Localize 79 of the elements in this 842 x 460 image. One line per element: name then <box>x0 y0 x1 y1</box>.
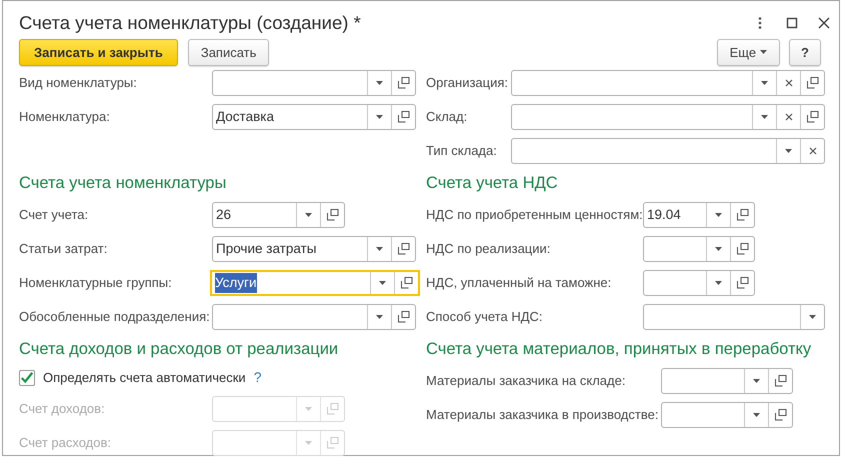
open-icon[interactable] <box>774 408 786 421</box>
input-field[interactable] <box>511 70 825 96</box>
clear-icon[interactable] <box>784 78 792 87</box>
open-icon[interactable] <box>398 242 410 255</box>
field-label: Способ учета НДС: <box>426 308 544 326</box>
field-label: Номенклатурные группы: <box>19 274 173 292</box>
section-heading: Счета учета номенклатуры <box>19 173 228 194</box>
open-icon[interactable] <box>398 76 410 89</box>
open-icon[interactable] <box>398 310 410 323</box>
dropdown-icon[interactable] <box>376 114 383 119</box>
dropdown-icon[interactable] <box>715 212 722 217</box>
field-label: Организация: <box>426 74 510 92</box>
field-label: Статьи затрат: <box>19 240 108 258</box>
field-label: Счет учета: <box>19 206 90 224</box>
clear-icon[interactable] <box>808 146 816 155</box>
more-button[interactable]: Еще <box>716 38 780 66</box>
check-icon <box>20 370 34 385</box>
open-icon[interactable] <box>806 76 818 89</box>
section-heading: Счета учета материалов, принятых в переработку <box>426 339 812 360</box>
field-label: Счет доходов: <box>19 400 106 418</box>
save-button[interactable]: Записать <box>188 38 270 66</box>
dropdown-icon[interactable] <box>761 80 768 85</box>
open-icon[interactable] <box>400 276 412 289</box>
close-icon[interactable] <box>817 16 831 30</box>
input-field[interactable] <box>661 368 793 394</box>
section-heading: Счета доходов и расходов от реализации <box>19 339 340 360</box>
save-and-close-button[interactable]: Записать и закрыть <box>19 38 178 66</box>
dropdown-icon[interactable] <box>305 212 312 217</box>
caret-icon[interactable] <box>760 50 768 54</box>
help-link[interactable]: ? <box>254 367 262 388</box>
dropdown-icon[interactable] <box>715 280 722 285</box>
open-icon[interactable] <box>806 110 818 123</box>
maximize-icon[interactable] <box>785 16 799 30</box>
open-icon[interactable] <box>326 208 338 221</box>
field-label: НДС по приобретенным ценностям: <box>426 206 643 224</box>
input-field[interactable]: Услуги <box>210 270 420 296</box>
checkbox[interactable] <box>19 370 35 386</box>
field-label: Счет расходов: <box>19 434 112 452</box>
open-icon[interactable] <box>774 374 786 387</box>
input-field[interactable]: 26 <box>212 202 345 228</box>
input-field[interactable]: Доставка <box>212 104 416 130</box>
field-label: НДС по реализации: <box>426 240 552 258</box>
field-label: Обособленные подразделения: <box>19 308 211 326</box>
input-field[interactable] <box>643 236 755 262</box>
dropdown-icon[interactable] <box>753 412 760 417</box>
input-field[interactable] <box>511 138 825 164</box>
input-field[interactable] <box>212 70 416 96</box>
checkbox-label[interactable]: Определять счета автоматически <box>43 368 246 388</box>
input-field[interactable]: 19.04 <box>643 202 755 228</box>
open-icon[interactable] <box>736 242 748 255</box>
dropdown-icon[interactable] <box>376 246 383 251</box>
clear-icon[interactable] <box>784 112 792 121</box>
dropdown-icon[interactable] <box>809 314 816 319</box>
dropdown-icon[interactable] <box>379 280 386 285</box>
open-icon[interactable] <box>736 208 748 221</box>
input-field[interactable]: Прочие затраты <box>212 236 416 262</box>
input-field[interactable] <box>643 304 825 330</box>
input-field[interactable] <box>643 270 755 296</box>
field-label: Номенклатура: <box>19 108 111 126</box>
dropdown-icon[interactable] <box>376 80 383 85</box>
section-heading: Счета учета НДС <box>426 173 559 194</box>
window-title: Счета учета номенклатуры (создание) * <box>19 11 361 35</box>
input-field[interactable] <box>661 402 793 428</box>
field-label: Тип склада: <box>426 142 498 160</box>
input-field[interactable] <box>212 304 416 330</box>
field-label: Материалы заказчика в производстве: <box>426 406 660 424</box>
field-label: Вид номенклатуры: <box>19 74 138 92</box>
dropdown-icon[interactable] <box>785 148 792 153</box>
open-icon[interactable] <box>398 110 410 123</box>
help-button[interactable]: ? <box>789 38 821 66</box>
dropdown-icon[interactable] <box>753 378 760 383</box>
field-label: Склад: <box>426 108 468 126</box>
field-label: НДС, уплаченный на таможне: <box>426 274 612 292</box>
open-icon[interactable] <box>736 276 748 289</box>
dropdown-icon[interactable] <box>715 246 722 251</box>
field-label: Материалы заказчика на складе: <box>426 372 626 390</box>
input-field[interactable] <box>511 104 825 130</box>
dropdown-icon[interactable] <box>761 114 768 119</box>
dropdown-icon[interactable] <box>376 314 383 319</box>
